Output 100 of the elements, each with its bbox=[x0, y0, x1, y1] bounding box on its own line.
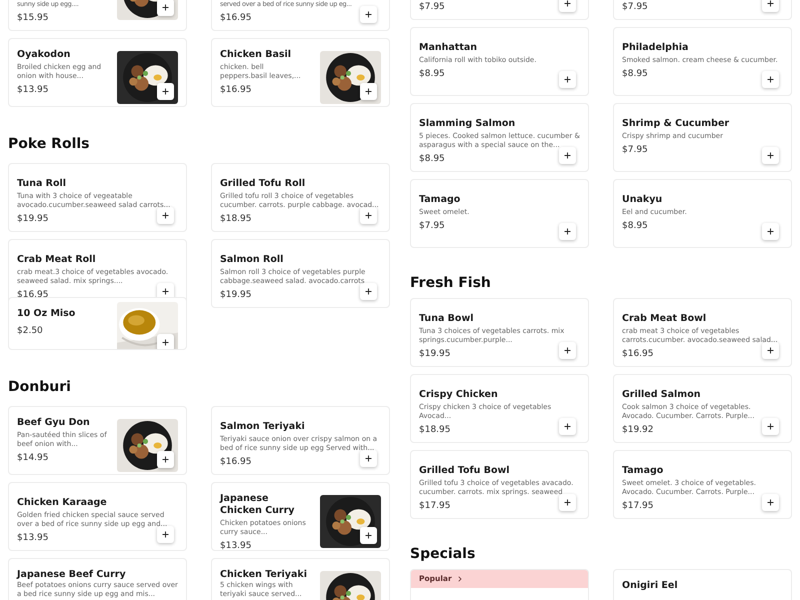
add-button[interactable] bbox=[157, 334, 174, 349]
item-name: Manhattan bbox=[419, 42, 478, 54]
plus-icon bbox=[766, 346, 775, 355]
item-name: Tamago bbox=[419, 194, 460, 206]
menu-item-card[interactable]: $7.95 bbox=[410, 0, 589, 20]
plus-icon bbox=[161, 287, 170, 296]
item-price: $16.95 bbox=[220, 12, 252, 24]
item-name: Grilled Tofu Bowl bbox=[419, 465, 510, 477]
item-name: Grilled Tofu Roll bbox=[220, 178, 306, 190]
add-button[interactable] bbox=[157, 83, 174, 100]
plus-icon bbox=[563, 151, 572, 160]
add-button[interactable] bbox=[559, 494, 576, 511]
item-name: Crab Meat Roll bbox=[17, 254, 96, 266]
plus-icon bbox=[161, 338, 170, 347]
chevron-icon bbox=[456, 575, 464, 583]
add-button[interactable] bbox=[157, 0, 174, 16]
section-heading: Poke Rolls bbox=[8, 135, 91, 153]
add-button[interactable] bbox=[762, 494, 779, 511]
item-price: $7.95 bbox=[419, 1, 445, 13]
item-name: Tuna Bowl bbox=[419, 313, 474, 325]
item-name: Tamago bbox=[622, 465, 664, 477]
item-price: $19.92 bbox=[622, 424, 654, 436]
item-name: Salmon Teriyaki bbox=[220, 421, 305, 433]
item-name: Japanese Chicken Curry bbox=[220, 493, 296, 517]
item-price: $18.95 bbox=[220, 213, 252, 225]
plus-icon bbox=[563, 422, 572, 431]
add-button[interactable] bbox=[762, 342, 779, 359]
item-name: Onigiri Eel bbox=[622, 580, 678, 592]
item-price: $7.95 bbox=[419, 220, 445, 232]
item-price: $13.95 bbox=[17, 84, 48, 96]
add-button[interactable] bbox=[157, 526, 174, 543]
item-price: $16.95 bbox=[220, 456, 252, 468]
item-name: Beef Gyu Don bbox=[17, 417, 90, 429]
plus-icon bbox=[766, 151, 775, 160]
menu-item-card[interactable]: $7.95 bbox=[613, 0, 792, 20]
add-button[interactable] bbox=[762, 0, 779, 12]
plus-icon bbox=[161, 87, 170, 96]
plus-icon bbox=[364, 287, 373, 296]
plus-icon bbox=[766, 227, 775, 236]
add-button[interactable] bbox=[360, 83, 377, 100]
add-button[interactable] bbox=[559, 418, 576, 435]
add-button[interactable] bbox=[762, 418, 779, 435]
item-name: Tuna Roll bbox=[17, 178, 66, 190]
item-price: $7.95 bbox=[622, 1, 648, 13]
item-name: Japanese Beef Curry bbox=[17, 569, 126, 581]
plus-icon bbox=[364, 454, 373, 463]
plus-icon bbox=[161, 211, 170, 220]
plus-icon bbox=[563, 346, 572, 355]
plus-icon bbox=[563, 227, 572, 236]
item-price: $8.95 bbox=[419, 153, 445, 165]
add-button[interactable] bbox=[762, 223, 779, 240]
item-price: $8.95 bbox=[419, 68, 445, 80]
add-button[interactable] bbox=[360, 6, 377, 23]
item-name: Philadelphia bbox=[622, 42, 688, 54]
plus-icon bbox=[161, 3, 170, 12]
item-price: $18.95 bbox=[419, 424, 450, 436]
item-price: $14.95 bbox=[17, 452, 48, 464]
item-price: $17.95 bbox=[419, 500, 450, 512]
item-name: Unakyu bbox=[622, 194, 662, 206]
item-price: $16.95 bbox=[220, 84, 252, 96]
plus-icon bbox=[563, 0, 572, 8]
section-heading: Fresh Fish bbox=[410, 274, 492, 292]
add-button[interactable] bbox=[559, 223, 576, 240]
add-button[interactable] bbox=[360, 527, 377, 544]
add-button[interactable] bbox=[762, 147, 779, 164]
item-price: $2.50 bbox=[17, 325, 43, 337]
item-name: Oyakodon bbox=[17, 49, 70, 61]
add-button[interactable] bbox=[157, 451, 174, 468]
item-name: Slamming Salmon bbox=[419, 118, 516, 130]
add-button[interactable] bbox=[360, 283, 377, 300]
menu-item-card[interactable]: Onigiri Eel bbox=[613, 569, 792, 600]
add-button[interactable] bbox=[559, 342, 576, 359]
add-button[interactable] bbox=[559, 0, 576, 12]
add-button[interactable] bbox=[360, 207, 377, 224]
item-price: $15.95 bbox=[17, 12, 48, 24]
item-name: Salmon Roll bbox=[220, 254, 284, 266]
item-name: Shrimp & Cucumber bbox=[622, 118, 730, 130]
plus-icon bbox=[766, 0, 775, 8]
plus-icon bbox=[161, 455, 170, 464]
item-price: $8.95 bbox=[622, 68, 648, 80]
plus-icon bbox=[364, 10, 373, 19]
item-name: Chicken Karaage bbox=[17, 497, 107, 509]
item-price: $19.95 bbox=[419, 348, 450, 360]
item-price: $13.95 bbox=[220, 540, 252, 550]
item-name: Crispy Chicken bbox=[419, 389, 498, 401]
add-button[interactable] bbox=[360, 450, 377, 467]
item-price: $19.95 bbox=[17, 213, 48, 225]
item-price: $19.95 bbox=[220, 289, 252, 301]
plus-icon bbox=[766, 422, 775, 431]
item-name: Grilled Salmon bbox=[622, 389, 701, 401]
menu-item-card[interactable]: 10 Oz Miso $2.50 bbox=[8, 297, 187, 350]
plus-icon bbox=[364, 87, 373, 96]
add-button[interactable] bbox=[157, 207, 174, 224]
add-button[interactable] bbox=[762, 71, 779, 88]
plus-icon bbox=[161, 530, 170, 539]
add-button[interactable] bbox=[559, 71, 576, 88]
plus-icon bbox=[766, 498, 775, 507]
section-heading: Donburi bbox=[8, 378, 72, 396]
plus-icon bbox=[766, 75, 775, 84]
add-button[interactable] bbox=[559, 147, 576, 164]
